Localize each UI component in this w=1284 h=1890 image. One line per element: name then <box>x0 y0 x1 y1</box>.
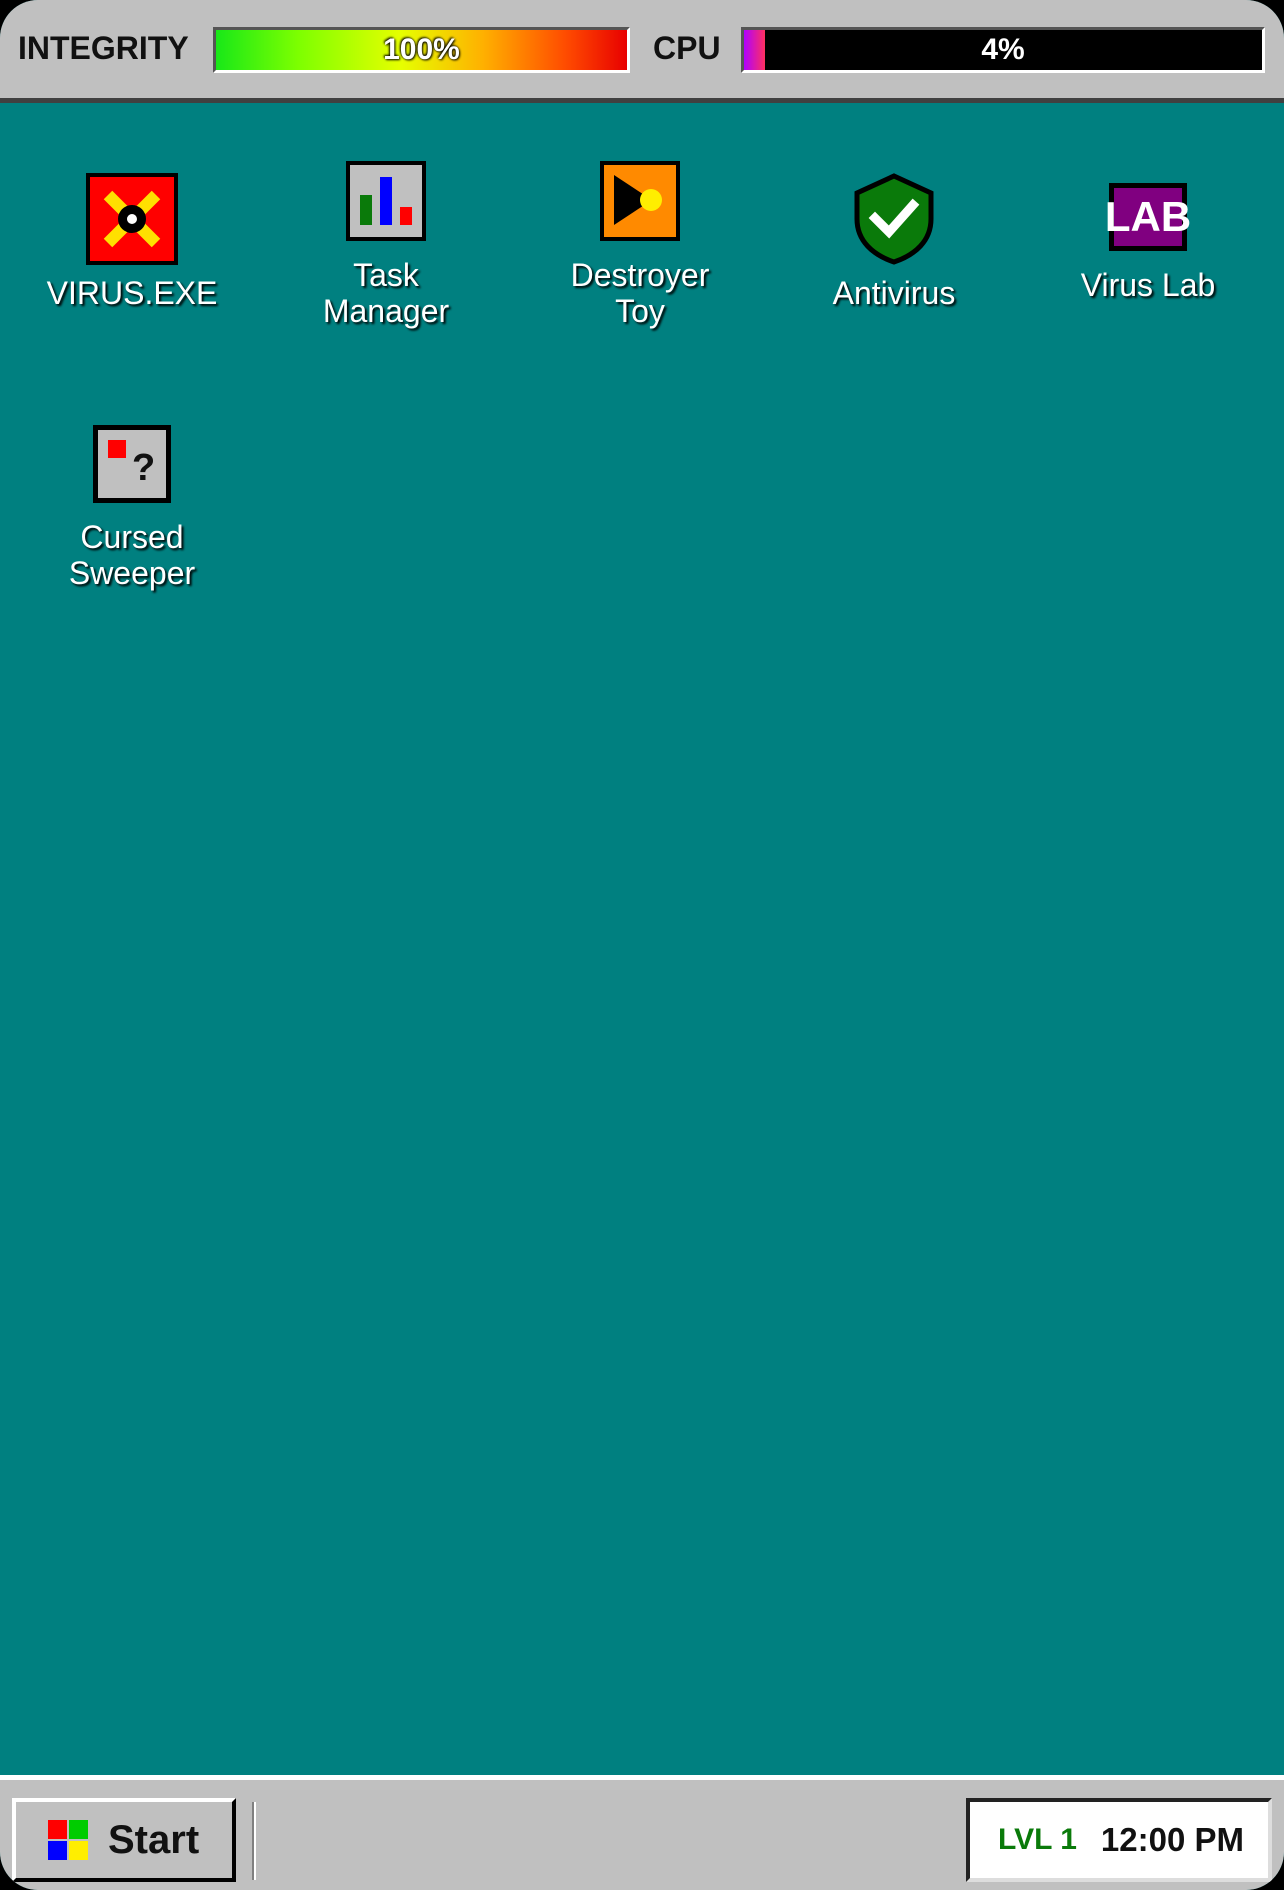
start-label: Start <box>108 1817 200 1862</box>
status-bar: INTEGRITY 100% CPU 4% <box>0 0 1284 103</box>
level-indicator: LVL 1 <box>998 1823 1077 1856</box>
desktop-screen: INTEGRITY 100% CPU 4% VIRUS.EXE Task Man… <box>0 0 1284 1890</box>
desktop-icon-virus-lab[interactable]: LAB Virus Lab <box>1028 183 1268 303</box>
cpu-value: 4% <box>981 33 1025 66</box>
desktop-icon-label: Cursed Sweeper <box>68 519 196 591</box>
lab-icon: LAB <box>1105 183 1191 251</box>
desktop-icon-label: Antivirus <box>832 275 956 311</box>
cpu-meter: 4% <box>741 27 1265 73</box>
desktop-icon-destroyer-toy[interactable]: Destroyer Toy <box>520 161 760 329</box>
question-mark-text: ? <box>132 447 156 489</box>
minesweeper-icon: ? <box>93 425 171 503</box>
taskbar-divider <box>252 1802 256 1880</box>
desktop-icon-label: Virus Lab <box>1080 267 1216 303</box>
desktop-icon-antivirus[interactable]: Antivirus <box>774 173 1014 311</box>
lab-icon-text: LAB <box>1104 193 1192 240</box>
desktop-icon-label: Destroyer Toy <box>570 257 710 329</box>
system-tray: LVL 1 12:00 PM <box>966 1798 1272 1882</box>
integrity-meter: 100% <box>213 27 630 73</box>
bar-chart-icon <box>346 161 426 241</box>
pacman-icon <box>600 161 680 241</box>
start-button[interactable]: Start <box>12 1798 236 1882</box>
clock[interactable]: 12:00 PM <box>1101 1821 1244 1859</box>
integrity-label: INTEGRITY <box>18 30 189 66</box>
windows-logo-icon <box>48 1820 88 1860</box>
cpu-label: CPU <box>653 30 721 66</box>
desktop-icon-task-manager[interactable]: Task Manager <box>266 161 506 329</box>
desktop-icon-cursed-sweeper[interactable]: ? Cursed Sweeper <box>12 425 252 591</box>
taskbar: Start LVL 1 12:00 PM <box>0 1775 1284 1890</box>
desktop-icon-label: Task Manager <box>322 257 450 329</box>
desktop-icon-label: VIRUS.EXE <box>46 275 218 311</box>
shield-check-icon <box>854 173 934 265</box>
desktop-icon-virus-exe[interactable]: VIRUS.EXE <box>12 173 252 311</box>
virus-icon <box>86 173 178 265</box>
mine-flag-square <box>108 440 126 458</box>
integrity-value: 100% <box>383 33 460 66</box>
